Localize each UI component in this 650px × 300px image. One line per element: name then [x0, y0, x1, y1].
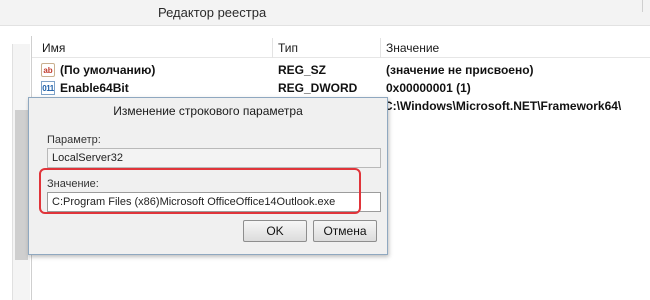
highlight-annotation [39, 168, 361, 214]
string-value-icon: ab [41, 63, 55, 77]
cancel-button[interactable]: Отмена [313, 220, 377, 242]
value-data: (значение не присвоено) [386, 63, 534, 77]
column-separator[interactable] [272, 38, 273, 58]
value-data: 0x00000001 (1) [386, 81, 471, 95]
values-list-header: Имя Тип Значение [32, 38, 650, 58]
param-name-field: LocalServer32 [47, 148, 381, 168]
value-data: C:\Windows\Microsoft.NET\Framework64\ [384, 99, 622, 113]
list-row[interactable]: 011 110 Enable64Bit REG_DWORD 0x00000001… [32, 80, 650, 106]
window-edge [642, 0, 650, 12]
column-header-value[interactable]: Значение [386, 41, 439, 55]
edit-string-dialog: Изменение строкового параметра Параметр:… [28, 97, 388, 255]
value-type: REG_DWORD [278, 81, 358, 95]
param-label: Параметр: [47, 134, 101, 146]
value-name: (По умолчанию) [60, 63, 156, 77]
binary-value-icon: 011 110 [41, 81, 55, 106]
tree-scrollbar-thumb[interactable] [15, 110, 28, 260]
column-separator[interactable] [380, 38, 381, 58]
column-header-type[interactable]: Тип [278, 41, 298, 55]
column-header-name[interactable]: Имя [42, 41, 65, 55]
window-titlebar: Редактор реестра [0, 0, 650, 26]
value-name: Enable64Bit [60, 81, 129, 95]
ok-button[interactable]: OK [243, 220, 307, 242]
value-type: REG_SZ [278, 63, 327, 77]
dialog-title: Изменение строкового параметра [113, 104, 303, 118]
window-icon [6, 0, 18, 14]
window-title: Редактор реестра [158, 5, 267, 20]
list-row[interactable]: ab (По умолчанию) REG_SZ (значение не пр… [32, 62, 650, 78]
